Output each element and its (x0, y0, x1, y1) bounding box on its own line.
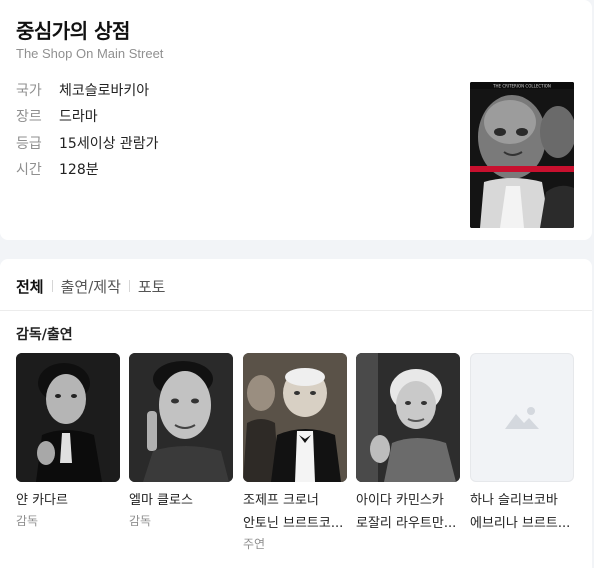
tab-divider-line (0, 310, 592, 311)
info-value: 드라마 (59, 109, 98, 125)
person-name[interactable]: 하나 슬리브코바 (470, 489, 574, 508)
person-character: 에브리나 브르트... (470, 516, 571, 531)
info-label: 장르 (16, 109, 42, 125)
person-photo[interactable] (16, 353, 120, 482)
person-card[interactable]: 아이다 카민스카 로잘리 라우트만... (356, 353, 461, 531)
info-label: 등급 (16, 136, 42, 152)
movie-poster[interactable]: THE CRITERION COLLECTION (470, 82, 574, 228)
tab-bar: 전체 출연/제작 포토 (16, 276, 165, 296)
person-character: 안토닌 브르트코... (243, 516, 344, 531)
movie-original-title: The Shop On Main Street (16, 46, 164, 61)
tab-photo[interactable]: 포토 (138, 276, 166, 297)
image-placeholder-icon (505, 406, 539, 429)
person-card[interactable]: 조제프 크로너 안토닌 브르트코... 주연 (243, 353, 348, 552)
movie-title: 중심가의 상점 (16, 19, 130, 43)
person-photo[interactable] (356, 353, 460, 482)
person-role: 감독 (129, 514, 152, 528)
info-label: 시간 (16, 162, 42, 178)
tab-divider (51, 280, 53, 292)
person-card[interactable]: 엘마 클로스 감독 (129, 353, 234, 529)
info-label: 국가 (16, 83, 42, 99)
movie-info-card: 중심가의 상점 The Shop On Main Street 국가 체코슬로바… (0, 0, 592, 240)
section-title-director-cast: 감독/출연 (16, 327, 73, 343)
tab-divider (128, 280, 130, 292)
person-name[interactable]: 얀 카다르 (16, 489, 120, 508)
person-photo[interactable] (129, 353, 233, 482)
person-role: 주연 (243, 537, 266, 551)
poster-image: THE CRITERION COLLECTION (470, 82, 574, 228)
person-role: 감독 (16, 514, 39, 528)
person-photo[interactable] (243, 353, 347, 482)
person-name[interactable]: 아이다 카민스카 (356, 489, 460, 508)
info-value: 128분 (59, 162, 99, 178)
info-value: 체코슬로바키아 (59, 83, 150, 99)
tab-cast-crew[interactable]: 출연/제작 (61, 276, 121, 297)
person-card[interactable]: 얀 카다르 감독 (16, 353, 121, 529)
person-character: 로잘리 라우트만... (356, 516, 457, 531)
info-value: 15세이상 관람가 (59, 136, 159, 152)
tab-all[interactable]: 전체 (16, 276, 44, 297)
person-name[interactable]: 엘마 클로스 (129, 489, 233, 508)
poster-banner-text: THE CRITERION COLLECTION (492, 84, 551, 89)
person-card[interactable]: 하나 슬리브코바 에브리나 브르트... (470, 353, 575, 531)
person-photo-placeholder[interactable] (470, 353, 574, 482)
person-name[interactable]: 조제프 크로너 (243, 489, 347, 508)
cast-card: 전체 출연/제작 포토 감독/출연 얀 카다르 감독 엘마 클로스 감독 조제프… (0, 259, 592, 568)
